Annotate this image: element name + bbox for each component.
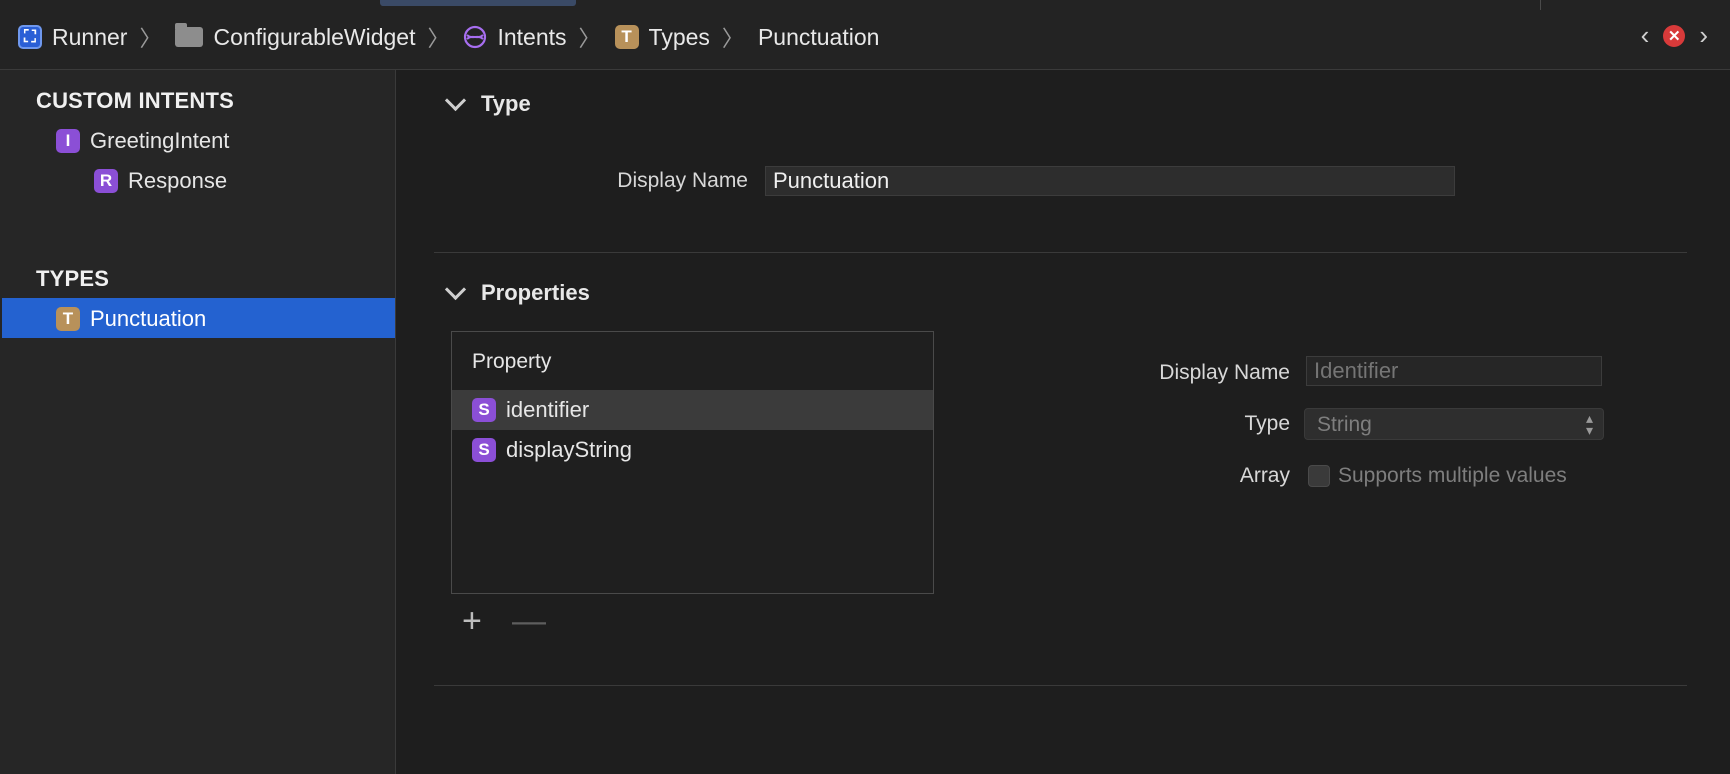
supports-multiple-values-label: Supports multiple values [1338,464,1567,487]
chevron-down-icon [444,89,467,111]
sidebar-item-punctuation[interactable]: T Punctuation [56,306,206,332]
type-icon: T [614,25,639,49]
section-divider [434,685,1687,686]
property-display-name-label: Display Name [1159,361,1290,384]
back-arrow-icon[interactable]: ‹ [1641,20,1650,51]
breadcrumb-types[interactable]: T Types [614,23,710,51]
close-icon[interactable]: ✕ [1663,24,1686,47]
type-section-header[interactable]: Type [444,89,531,117]
breadcrumb-intents-label: Intents [497,23,567,50]
property-row-identifier[interactable]: S identifier [452,390,933,430]
type-section-title: Type [481,91,531,116]
sidebar-item-greetingintent[interactable]: I GreetingIntent [56,128,229,154]
add-property-button[interactable]: + [462,604,482,638]
breadcrumb-bar: ⛶ Runner 〉 ConfigurableWidget 〉 Intents … [0,0,1730,70]
sidebar-item-label: GreetingIntent [90,128,230,153]
properties-section-title: Properties [481,280,590,305]
supports-multiple-values-checkbox[interactable] [1308,465,1330,487]
property-row-label: displayString [506,437,632,462]
breadcrumb-intents[interactable]: Intents [463,23,567,51]
breadcrumb-separator: 〉 [721,26,744,51]
active-tab-indicator [380,0,576,6]
folder-icon [175,23,204,47]
property-type-value: String [1317,413,1372,436]
property-display-name-field[interactable] [1306,356,1602,386]
breadcrumb-punctuation-label: Punctuation [757,23,880,50]
breadcrumb-separator: 〉 [139,26,162,51]
sidebar-item-label: Punctuation [90,306,207,331]
remove-property-button[interactable]: — [512,604,546,638]
section-divider [434,252,1687,253]
string-type-icon: S [472,398,496,422]
display-name-label: Display Name [617,169,748,192]
breadcrumb-runner-label: Runner [52,23,128,50]
intents-icon [464,25,487,49]
breadcrumb-punctuation[interactable]: Punctuation [758,24,879,51]
navigation-controls: ‹ ✕ › [1641,20,1708,51]
array-label: Array [1239,464,1290,487]
response-icon: R [94,169,118,193]
custom-intents-header: CUSTOM INTENTS [36,88,234,113]
properties-section-header[interactable]: Properties [444,278,590,306]
breadcrumb-separator: 〉 [578,26,601,51]
forward-arrow-icon[interactable]: › [1699,20,1708,51]
types-header: TYPES [36,266,110,291]
intent-icon: I [56,129,80,153]
chevron-down-icon [444,278,467,300]
breadcrumb-configurablewidget[interactable]: ConfigurableWidget [175,23,416,51]
type-icon: T [56,307,80,331]
string-type-icon: S [472,438,496,462]
tab-divider [1540,0,1541,10]
app-icon: ⛶ [18,25,42,49]
breadcrumb: ⛶ Runner 〉 ConfigurableWidget 〉 Intents … [18,20,879,54]
property-type-select[interactable]: String ▴ ▾ [1304,408,1604,440]
breadcrumb-separator: 〉 [427,26,450,51]
properties-table: Property S identifier S displayString [451,331,934,594]
sidebar-item-label: Response [128,168,228,193]
property-column-header: Property [472,350,552,373]
sidebar: CUSTOM INTENTS I GreetingIntent R Respon… [0,70,396,774]
breadcrumb-configurablewidget-label: ConfigurableWidget [213,23,416,50]
breadcrumb-runner[interactable]: ⛶ Runner [18,24,127,51]
property-type-label: Type [1244,412,1290,435]
property-row-label: identifier [506,397,590,422]
select-arrows-icon: ▴ ▾ [1585,410,1593,438]
sidebar-item-response[interactable]: R Response [94,168,227,194]
type-display-name-field[interactable] [765,166,1455,196]
property-row-displaystring[interactable]: S displayString [452,430,933,470]
breadcrumb-types-label: Types [648,23,710,50]
